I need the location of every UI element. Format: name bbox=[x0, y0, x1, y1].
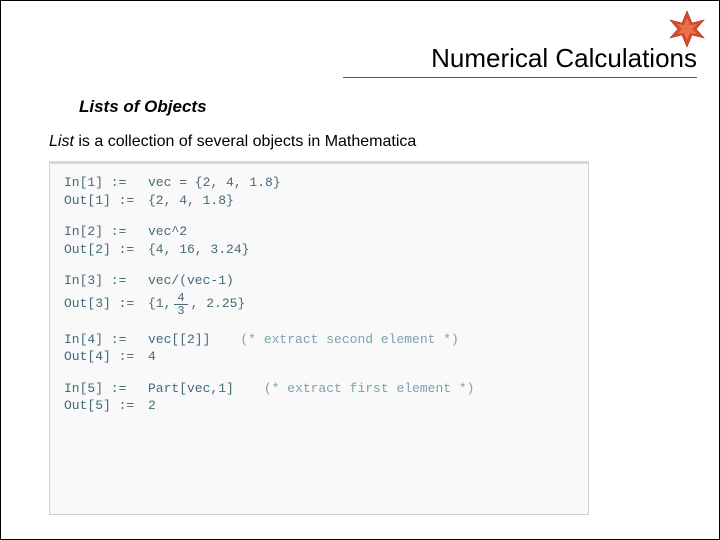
code-group-3: In[3] := vec/(vec-1) Out[3] := {1, 4 3 ,… bbox=[64, 272, 574, 317]
out-expr: {2, 4, 1.8} bbox=[148, 192, 234, 210]
in-expr: Part[vec,1] bbox=[148, 380, 234, 398]
out-expr: 2 bbox=[148, 397, 156, 415]
in-expr: vec/(vec-1) bbox=[148, 272, 234, 290]
in-label: In[4] := bbox=[64, 331, 148, 349]
in-expr: vec^2 bbox=[148, 223, 187, 241]
out-expr-pre: {1, bbox=[148, 295, 171, 313]
code-line: In[3] := vec/(vec-1) bbox=[64, 272, 574, 290]
code-line: In[1] := vec = {2, 4, 1.8} bbox=[64, 174, 574, 192]
code-group-5: In[5] := Part[vec,1] (* extract first el… bbox=[64, 380, 574, 415]
code-group-4: In[4] := vec[[2]] (* extract second elem… bbox=[64, 331, 574, 366]
fraction-numerator: 4 bbox=[174, 292, 187, 305]
code-group-1: In[1] := vec = {2, 4, 1.8} Out[1] := {2,… bbox=[64, 174, 574, 209]
code-group-2: In[2] := vec^2 Out[2] := {4, 16, 3.24} bbox=[64, 223, 574, 258]
out-expr: {4, 16, 3.24} bbox=[148, 241, 249, 259]
page-title: Numerical Calculations bbox=[431, 43, 697, 74]
in-label: In[1] := bbox=[64, 174, 148, 192]
code-line: Out[3] := {1, 4 3 , 2.25} bbox=[64, 292, 574, 317]
code-line: Out[1] := {2, 4, 1.8} bbox=[64, 192, 574, 210]
code-line: In[5] := Part[vec,1] (* extract first el… bbox=[64, 380, 574, 398]
in-expr: vec = {2, 4, 1.8} bbox=[148, 174, 281, 192]
in-label: In[2] := bbox=[64, 223, 148, 241]
in-expr: vec[[2]] bbox=[148, 331, 210, 349]
fraction-icon: 4 3 bbox=[174, 292, 187, 317]
code-line: In[4] := vec[[2]] (* extract second elem… bbox=[64, 331, 574, 349]
code-block: In[1] := vec = {2, 4, 1.8} Out[1] := {2,… bbox=[49, 161, 589, 515]
code-line: In[2] := vec^2 bbox=[64, 223, 574, 241]
in-label: In[3] := bbox=[64, 272, 148, 290]
out-label: Out[1] := bbox=[64, 192, 148, 210]
intro-rest: is a collection of several objects in Ma… bbox=[74, 133, 416, 150]
intro-emphasis: List bbox=[49, 133, 74, 150]
section-subtitle: Lists of Objects bbox=[79, 97, 207, 117]
code-line: Out[2] := {4, 16, 3.24} bbox=[64, 241, 574, 259]
code-line: Out[5] := 2 bbox=[64, 397, 574, 415]
out-label: Out[3] := bbox=[64, 295, 148, 313]
comment: (* extract first element *) bbox=[264, 380, 475, 398]
out-label: Out[5] := bbox=[64, 397, 148, 415]
intro-text: List is a collection of several objects … bbox=[49, 133, 416, 151]
fraction-denominator: 3 bbox=[174, 305, 187, 317]
code-line: Out[4] := 4 bbox=[64, 348, 574, 366]
out-label: Out[4] := bbox=[64, 348, 148, 366]
title-underline bbox=[343, 77, 697, 78]
comment: (* extract second element *) bbox=[240, 331, 458, 349]
header: Numerical Calculations bbox=[1, 43, 719, 74]
out-expr: 4 bbox=[148, 348, 156, 366]
in-label: In[5] := bbox=[64, 380, 148, 398]
out-expr-post: , 2.25} bbox=[191, 295, 246, 313]
out-label: Out[2] := bbox=[64, 241, 148, 259]
slide-frame: Numerical Calculations Lists of Objects … bbox=[0, 0, 720, 540]
